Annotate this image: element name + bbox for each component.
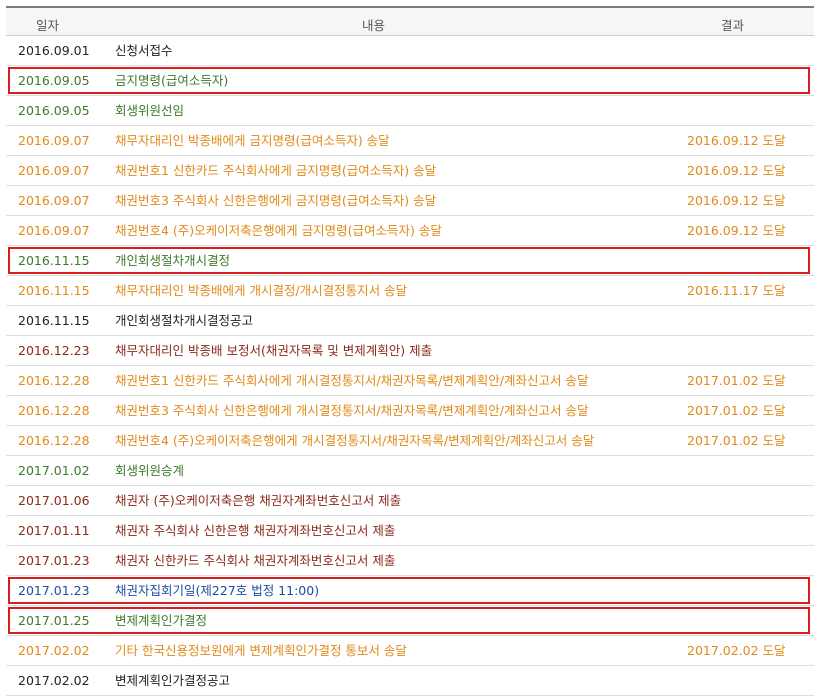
table-row: 2016.12.28 채권번호3 주식회사 신한은행에게 개시결정통지서/채권자목…	[6, 396, 814, 426]
row-content: 회생위원승계	[115, 463, 185, 478]
table-row: 2017.01.23 채권자 신한카드 주식회사 채권자계좌번호신고서 제출	[6, 546, 814, 576]
row-date: 2017.02.02	[18, 643, 90, 658]
row-date: 2016.11.15	[18, 253, 90, 268]
row-date: 2016.09.07	[18, 133, 90, 148]
row-result: 2016.09.12 도달	[687, 133, 786, 148]
row-content: 채권자집회기일(제227호 법정 11:00)	[115, 583, 320, 598]
row-date: 2017.02.02	[18, 673, 90, 688]
row-content: 채권자 (주)오케이저축은행 채권자계좌번호신고서 제출	[115, 493, 402, 508]
row-result: 2016.09.12 도달	[687, 163, 786, 178]
row-date: 2017.01.23	[18, 553, 90, 568]
table-row: 2016.09.07 채권번호1 신한카드 주식회사에게 금지명령(급여소득자) …	[6, 156, 814, 186]
row-date: 2017.01.02	[18, 463, 90, 478]
row-result: 2017.01.02 도달	[687, 373, 786, 388]
row-date: 2016.12.28	[18, 403, 90, 418]
row-content: 채권번호4 (주)오케이저축은행에게 개시결정통지서/채권자목록/변제계획안/계…	[115, 433, 595, 448]
row-result: 2016.11.17 도달	[687, 283, 786, 298]
row-content: 변제계획인가결정	[115, 613, 208, 628]
row-content: 채권번호1 신한카드 주식회사에게 금지명령(급여소득자) 송달	[115, 163, 437, 178]
row-date: 2017.01.25	[18, 613, 90, 628]
table-row: 2016.09.05 금지명령(급여소득자)	[6, 66, 814, 96]
row-date: 2016.11.15	[18, 313, 90, 328]
table-row: 2016.12.28 채권번호4 (주)오케이저축은행에게 개시결정통지서/채권자…	[6, 426, 814, 456]
row-content: 채무자대리인 박종배에게 금지명령(급여소득자) 송달	[115, 133, 390, 148]
header-date: 일자	[36, 18, 60, 33]
table-row: 2016.11.15 개인회생절차개시결정공고	[6, 306, 814, 336]
table-row: 2016.09.05 회생위원선임	[6, 96, 814, 126]
row-date: 2016.09.01	[18, 43, 90, 58]
table-header: 일자 내용 결과	[6, 6, 814, 36]
table-row: 2017.01.23 채권자집회기일(제227호 법정 11:00)	[6, 576, 814, 606]
table-row: 2017.01.25 변제계획인가결정	[6, 606, 814, 636]
row-content: 채권번호4 (주)오케이저축은행에게 금지명령(급여소득자) 송달	[115, 223, 442, 238]
row-date: 2016.11.15	[18, 283, 90, 298]
table-row: 2016.11.15 개인회생절차개시결정	[6, 246, 814, 276]
row-content: 회생위원선임	[115, 103, 185, 118]
row-content: 채권번호1 신한카드 주식회사에게 개시결정통지서/채권자목록/변제계획안/계좌…	[115, 373, 589, 388]
table-row: 2017.02.02 기타 한국신용정보원에게 변제계획인가결정 통보서 송달 20…	[6, 636, 814, 666]
row-date: 2016.09.07	[18, 193, 90, 208]
row-result: 2017.01.02 도달	[687, 403, 786, 418]
row-date: 2016.12.28	[18, 433, 90, 448]
row-date: 2016.12.23	[18, 343, 90, 358]
row-content: 기타 한국신용정보원에게 변제계획인가결정 통보서 송달	[115, 643, 407, 658]
table-row: 2016.11.15 채무자대리인 박종배에게 개시결정/개시결정통지서 송달 20…	[6, 276, 814, 306]
row-content: 채무자대리인 박종배 보정서(채권자목록 및 변제계획안) 제출	[115, 343, 433, 358]
header-result: 결과	[721, 18, 745, 33]
row-content: 금지명령(급여소득자)	[115, 73, 229, 88]
row-result: 2016.09.12 도달	[687, 223, 786, 238]
row-result: 2017.02.02 도달	[687, 643, 786, 658]
case-history-table: 일자 내용 결과 2016.09.01 신청서접수 2016.09.05 금지명령(급…	[0, 0, 820, 699]
table-row: 2016.09.07 채무자대리인 박종배에게 금지명령(급여소득자) 송달 201…	[6, 126, 814, 156]
row-content: 개인회생절차개시결정	[115, 253, 231, 268]
header-content: 내용	[362, 18, 386, 33]
table-row: 2016.12.23 채무자대리인 박종배 보정서(채권자목록 및 변제계획안) …	[6, 336, 814, 366]
table-row: 2017.01.11 채권자 주식회사 신한은행 채권자계좌번호신고서 제출	[6, 516, 814, 546]
row-content: 채무자대리인 박종배에게 개시결정/개시결정통지서 송달	[115, 283, 408, 298]
row-content: 채권번호3 주식회사 신한은행에게 금지명령(급여소득자) 송달	[115, 193, 437, 208]
row-date: 2017.01.06	[18, 493, 90, 508]
row-content: 채권자 주식회사 신한은행 채권자계좌번호신고서 제출	[115, 523, 396, 538]
row-content: 채권자 신한카드 주식회사 채권자계좌번호신고서 제출	[115, 553, 396, 568]
row-date: 2017.01.23	[18, 583, 90, 598]
row-content: 개인회생절차개시결정공고	[115, 313, 254, 328]
row-content: 변제계획인가결정공고	[115, 673, 231, 688]
row-date: 2016.09.05	[18, 103, 90, 118]
row-result: 2016.09.12 도달	[687, 193, 786, 208]
row-content: 신청서접수	[115, 43, 173, 58]
row-content: 채권번호3 주식회사 신한은행에게 개시결정통지서/채권자목록/변제계획안/계좌…	[115, 403, 589, 418]
table-row: 2016.09.07 채권번호4 (주)오케이저축은행에게 금지명령(급여소득자)…	[6, 216, 814, 246]
table-row: 2016.09.07 채권번호3 주식회사 신한은행에게 금지명령(급여소득자) …	[6, 186, 814, 216]
table-body: 2016.09.01 신청서접수 2016.09.05 금지명령(급여소득자) 2016…	[6, 36, 814, 696]
row-date: 2016.09.05	[18, 73, 90, 88]
table-row: 2016.09.01 신청서접수	[6, 36, 814, 66]
row-date: 2017.01.11	[18, 523, 90, 538]
table-row: 2017.01.06 채권자 (주)오케이저축은행 채권자계좌번호신고서 제출	[6, 486, 814, 516]
row-date: 2016.09.07	[18, 223, 90, 238]
table-row: 2017.01.02 회생위원승계	[6, 456, 814, 486]
row-date: 2016.12.28	[18, 373, 90, 388]
row-result: 2017.01.02 도달	[687, 433, 786, 448]
table-row: 2017.02.02 변제계획인가결정공고	[6, 666, 814, 696]
table-row: 2016.12.28 채권번호1 신한카드 주식회사에게 개시결정통지서/채권자목…	[6, 366, 814, 396]
row-date: 2016.09.07	[18, 163, 90, 178]
